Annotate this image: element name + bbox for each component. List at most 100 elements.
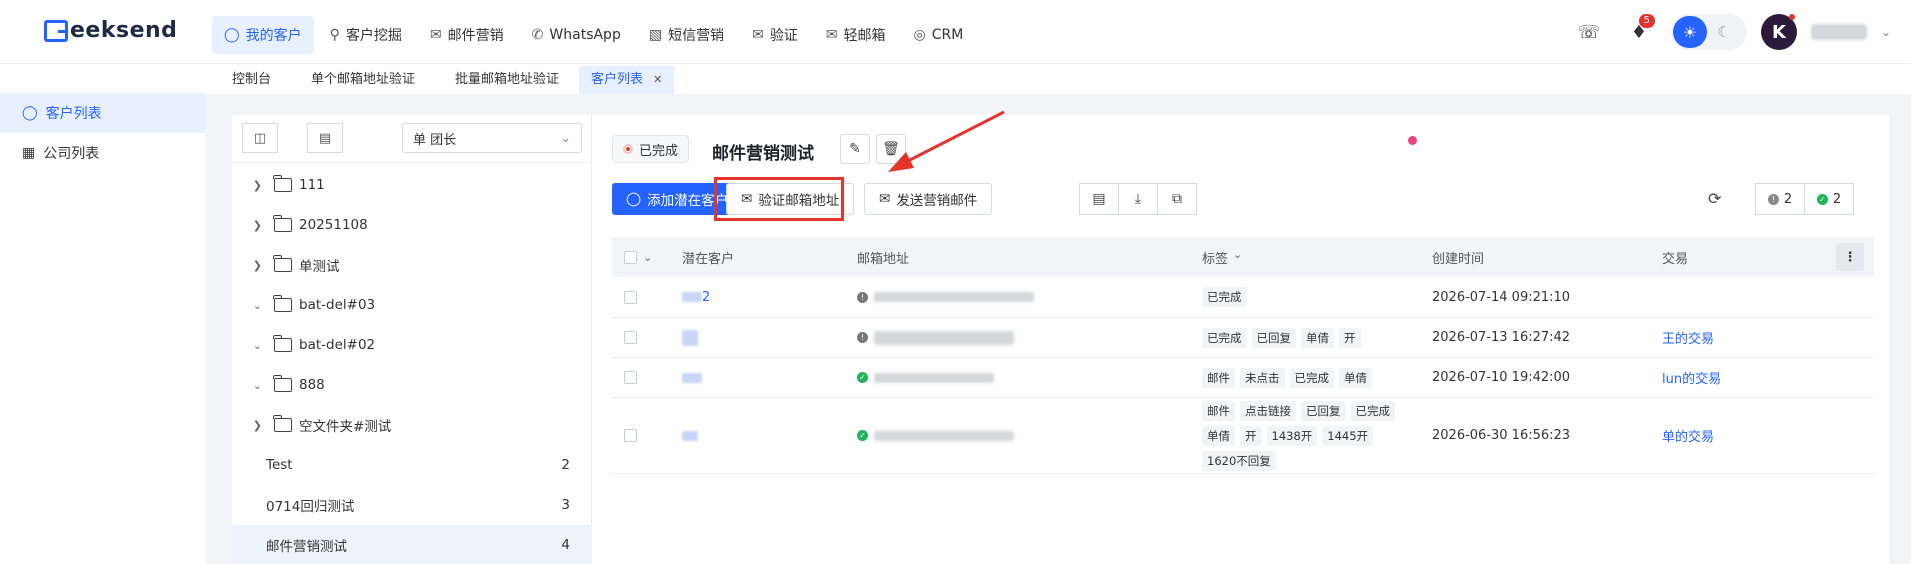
folder-icon bbox=[273, 335, 292, 352]
prospect-email: ! bbox=[857, 291, 1202, 303]
table-row[interactable]: 2 ! 已完成 2026-07-14 09:21:10 bbox=[612, 277, 1874, 318]
chevron-down-icon[interactable]: ⌄ bbox=[643, 251, 652, 264]
folder-item[interactable]: ❯ 111 bbox=[232, 165, 592, 205]
nav-email-marketing[interactable]: ✉ 邮件营销 bbox=[418, 16, 516, 54]
mail-send-icon: ✉ bbox=[879, 191, 891, 207]
table-row[interactable]: ✓ 邮件 点击链接 已回复 已完成 单倩 开 1438开 1445开 1620不… bbox=[612, 398, 1874, 474]
chevron-right-icon[interactable]: ❯ bbox=[232, 419, 262, 432]
import-icon[interactable]: ▤ bbox=[1079, 183, 1119, 215]
sun-icon[interactable]: ☀ bbox=[1672, 16, 1707, 48]
sidebar: ◯ 客户列表 ▦ 公司列表 bbox=[0, 93, 205, 564]
moon-icon[interactable]: ☾ bbox=[1707, 16, 1741, 48]
prospect-name[interactable] bbox=[682, 428, 857, 443]
folder-item[interactable]: ❯ 空文件夹#测试 bbox=[232, 405, 592, 445]
checkbox[interactable] bbox=[624, 331, 637, 344]
folder-icon bbox=[273, 295, 292, 312]
folder-item[interactable]: ⌄ 888 bbox=[232, 365, 592, 405]
list-item[interactable]: Test 2 bbox=[232, 445, 592, 485]
avatar[interactable]: K bbox=[1760, 14, 1797, 50]
nav-customer-mining[interactable]: ⚲ 客户挖掘 bbox=[318, 16, 414, 54]
col-deal[interactable]: 交易 ⋮ bbox=[1662, 243, 1874, 271]
col-email[interactable]: 邮箱地址 bbox=[857, 248, 1202, 267]
nav-crm[interactable]: ◎ CRM bbox=[902, 16, 976, 54]
prospect-name[interactable]: 2 bbox=[682, 290, 857, 305]
verified-icon: ✓ bbox=[857, 372, 868, 383]
chevron-down-icon[interactable]: ⌄ bbox=[232, 339, 262, 352]
annotation-arrow bbox=[888, 110, 1005, 172]
list-item[interactable]: 0714回归测试 3 bbox=[232, 485, 592, 525]
nav-whatsapp[interactable]: ✆ WhatsApp bbox=[520, 16, 633, 54]
tag: 邮件 bbox=[1202, 400, 1235, 421]
nav-sms-marketing[interactable]: ▧ 短信营销 bbox=[637, 16, 736, 54]
close-icon[interactable]: ✕ bbox=[653, 66, 662, 94]
checkbox[interactable] bbox=[624, 429, 637, 442]
bell-icon[interactable]: ♦ 5 bbox=[1621, 14, 1657, 50]
user-name-blurred[interactable] bbox=[1810, 24, 1867, 40]
nav-label: 我的客户 bbox=[245, 28, 302, 44]
chevron-down-icon[interactable]: ⌄ bbox=[232, 379, 262, 392]
table-row[interactable]: ✓ 邮件 未点击 已完成 单倩 2026-07-10 19:42:00 lun的… bbox=[612, 358, 1874, 398]
chevron-down-icon[interactable]: ⌄ bbox=[1881, 25, 1891, 39]
folder-item[interactable]: ❯ 单测试 bbox=[232, 245, 592, 285]
copy-icon[interactable]: ⧉ bbox=[1157, 183, 1197, 215]
name-text[interactable]: 2 bbox=[702, 290, 710, 305]
prospect-name[interactable] bbox=[682, 329, 857, 346]
tag: 单倩 bbox=[1301, 327, 1334, 348]
sidebar-item-customer-list[interactable]: ◯ 客户列表 bbox=[0, 93, 205, 133]
tab-console[interactable]: 控制台 bbox=[212, 66, 291, 94]
col-tags[interactable]: 标签 ⌄ bbox=[1202, 248, 1432, 267]
edit-icon[interactable]: ✎ bbox=[840, 134, 870, 164]
folder-item[interactable]: ⌄ bat-del#02 bbox=[232, 325, 592, 365]
chevron-down-icon[interactable]: ⌄ bbox=[1233, 248, 1242, 267]
tab-customer-list[interactable]: 客户列表 ✕ bbox=[579, 66, 675, 94]
page-title: 邮件营销测试 bbox=[712, 144, 814, 164]
send-marketing-email-button[interactable]: ✉ 发送营销邮件 bbox=[864, 183, 993, 215]
created-time: 2026-07-13 16:27:42 bbox=[1432, 330, 1571, 345]
folder-item[interactable]: ❯ 20251108 bbox=[232, 205, 592, 245]
table-row[interactable]: ! 已完成 已回复 单倩 开 2026-07-13 16:27:42 王的交易 bbox=[612, 318, 1874, 358]
verified-counter[interactable]: ✓ 2 bbox=[1804, 183, 1854, 215]
info-icon: ! bbox=[1767, 193, 1779, 205]
counter-value: 2 bbox=[1832, 191, 1842, 207]
tag: 已回复 bbox=[1251, 327, 1296, 348]
logo[interactable]: eeksend bbox=[44, 18, 177, 43]
sidebar-item-label: 公司列表 bbox=[43, 146, 100, 162]
checkbox[interactable] bbox=[624, 371, 637, 384]
deal-link[interactable]: lun的交易 bbox=[1662, 368, 1874, 387]
tab-batch-verify[interactable]: 批量邮箱地址验证 bbox=[435, 66, 579, 94]
col-name[interactable]: 潜在客户 bbox=[682, 248, 857, 267]
download-icon[interactable]: ⤓ bbox=[1118, 183, 1158, 215]
select-all[interactable]: ⌄ bbox=[612, 250, 682, 264]
list-item-active[interactable]: 邮件营销测试 4 bbox=[232, 525, 592, 564]
checkbox[interactable] bbox=[624, 290, 637, 304]
sidebar-item-label: 客户列表 bbox=[45, 106, 102, 122]
chevron-right-icon[interactable]: ❯ bbox=[232, 259, 262, 272]
chevron-down-icon[interactable]: ⌄ bbox=[232, 299, 262, 312]
refresh-icon[interactable]: ⟳ bbox=[1708, 189, 1721, 208]
new-list-icon[interactable]: ▤ bbox=[307, 123, 343, 153]
unverified-counter[interactable]: ! 2 bbox=[1755, 183, 1805, 215]
chevron-right-icon[interactable]: ❯ bbox=[232, 179, 262, 192]
tag: 1620不回复 bbox=[1202, 450, 1276, 471]
deal-link[interactable]: 单的交易 bbox=[1662, 426, 1874, 445]
folder-toolbar: ◫ ▤ 单 团长 ⌄ bbox=[232, 115, 592, 163]
nav-light-mail[interactable]: ✉ 轻邮箱 bbox=[814, 16, 898, 54]
deal-link[interactable]: 王的交易 bbox=[1662, 328, 1874, 347]
more-vertical-icon[interactable]: ⋮ bbox=[1836, 243, 1864, 271]
headset-icon[interactable]: ☏ bbox=[1571, 14, 1607, 50]
new-folder-icon[interactable]: ◫ bbox=[242, 123, 278, 153]
col-time[interactable]: 创建时间 bbox=[1432, 248, 1662, 267]
prospect-name[interactable] bbox=[682, 370, 857, 385]
folder-item[interactable]: ⌄ bat-del#03 bbox=[232, 285, 592, 325]
chevron-right-icon[interactable]: ❯ bbox=[232, 219, 262, 232]
nav-verify[interactable]: ✉ 验证 bbox=[740, 16, 810, 54]
tab-single-verify[interactable]: 单个邮箱地址验证 bbox=[291, 66, 435, 94]
light-mail-icon: ✉ bbox=[825, 27, 838, 43]
owner-select[interactable]: 单 团长 ⌄ bbox=[402, 123, 582, 153]
nav-my-customers[interactable]: ◯ 我的客户 bbox=[212, 16, 314, 54]
checkbox[interactable] bbox=[624, 250, 637, 264]
sidebar-item-company-list[interactable]: ▦ 公司列表 bbox=[0, 133, 205, 173]
theme-toggle[interactable]: ☀ ☾ bbox=[1670, 14, 1747, 50]
search-icon: ⚲ bbox=[329, 27, 340, 43]
page-tabs: 控制台 单个邮箱地址验证 批量邮箱地址验证 客户列表 ✕ bbox=[212, 66, 675, 94]
